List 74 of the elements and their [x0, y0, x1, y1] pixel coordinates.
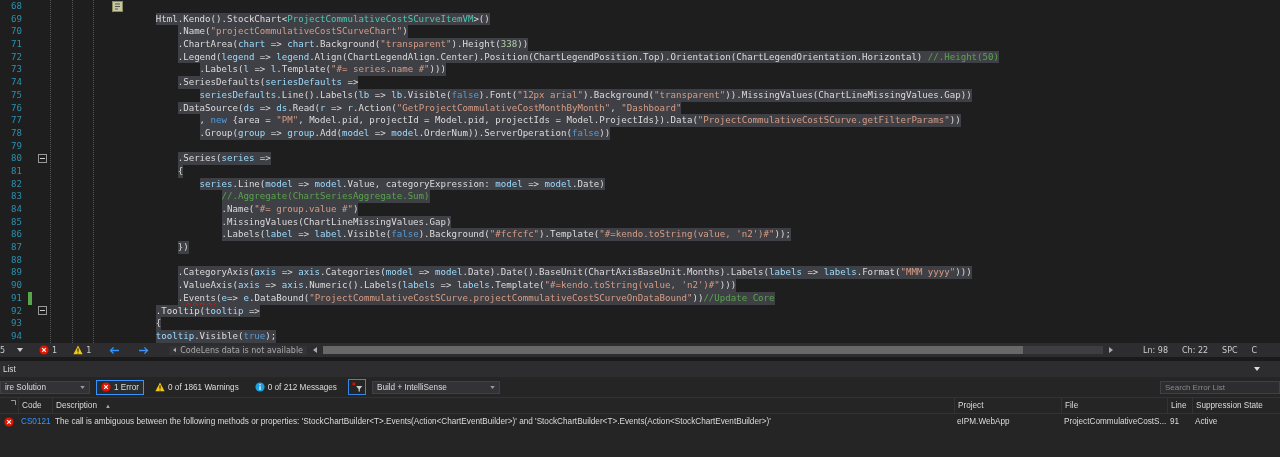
warning-count[interactable]: 1	[86, 345, 92, 355]
collapse-icon[interactable]	[38, 306, 47, 316]
line-number: 87	[10, 241, 22, 254]
build-dropdown[interactable]: Build + IntelliSense	[371, 380, 500, 394]
panel-title: List	[3, 364, 16, 374]
error-code-link[interactable]: CS0121	[21, 417, 51, 426]
line-number: 89	[10, 266, 22, 280]
line-number: 71	[10, 38, 22, 51]
search-field[interactable]: Search Error List	[1160, 380, 1280, 394]
scroll-left-icon[interactable]	[313, 347, 318, 353]
filter-toggle[interactable]: 0 of 212 Messages	[249, 379, 342, 395]
horizontal-scrollbar[interactable]	[323, 346, 1104, 354]
line-number: 83	[10, 190, 22, 203]
forward-icon[interactable]	[138, 345, 150, 355]
line-number: 90	[10, 279, 22, 292]
line-number: 68	[10, 0, 22, 13]
line-number: 72	[10, 50, 22, 64]
zoom-level[interactable]: 5	[0, 345, 6, 355]
error-icon	[39, 345, 50, 355]
caret-icon[interactable]	[80, 385, 85, 389]
filter-icon[interactable]	[347, 379, 366, 395]
error-icon	[101, 382, 111, 392]
column-header[interactable]: Code	[18, 398, 52, 413]
column-header[interactable]: Project	[954, 398, 1061, 413]
error-count[interactable]: 1	[52, 345, 58, 355]
filter-toggle[interactable]: 1 Error	[96, 379, 145, 395]
column-header[interactable]: File	[1061, 398, 1167, 413]
table-cell-text: eIPM.WebApp	[956, 417, 1010, 426]
column-chooser-icon[interactable]	[11, 400, 16, 405]
table-cell-text: ProjectCommulativeCostS...	[1063, 417, 1167, 426]
warning-icon	[155, 382, 166, 392]
line-number: 82	[10, 177, 22, 191]
line-number: 94	[10, 329, 22, 343]
caret-icon[interactable]	[489, 385, 495, 389]
line-number: 81	[10, 164, 22, 178]
snippet-icon[interactable]	[112, 0, 123, 12]
line-number: 70	[10, 25, 22, 39]
table-cell-text: Active	[1194, 417, 1218, 426]
line-number: 85	[10, 215, 22, 229]
encoding-indicator[interactable]: C	[1251, 345, 1258, 355]
info-icon	[254, 382, 265, 392]
line-number: 91	[10, 291, 22, 305]
line-number: 74	[10, 76, 22, 89]
line-number: 69	[10, 12, 22, 26]
scroll-right-icon[interactable]	[1109, 347, 1114, 353]
scope-dropdown[interactable]: ire Solution	[0, 380, 90, 394]
error-icon	[4, 416, 14, 427]
column-header[interactable]: Line	[1167, 398, 1192, 413]
line-number: 86	[10, 228, 22, 242]
line-number: 75	[10, 88, 22, 102]
column-indicator: Ch: 22	[1182, 345, 1209, 355]
line-number: 88	[10, 253, 22, 267]
caret-icon[interactable]	[17, 348, 24, 352]
table-cell-text: 91	[1169, 417, 1180, 426]
caret-icon[interactable]	[1254, 367, 1260, 371]
line-number: 93	[10, 317, 22, 330]
collapse-left-icon[interactable]	[173, 347, 177, 353]
column-header[interactable]: Suppression State	[1192, 398, 1280, 413]
line-number: 80	[10, 152, 22, 165]
line-number: 73	[10, 63, 22, 77]
line-number: 78	[10, 126, 22, 140]
indent-mode[interactable]: SPC	[1222, 345, 1238, 355]
line-number: 84	[10, 203, 22, 216]
line-number: 76	[10, 101, 22, 115]
filter-toggle[interactable]: 0 of 1861 Warnings	[150, 379, 244, 395]
collapse-icon[interactable]	[38, 154, 47, 164]
warning-icon	[73, 345, 84, 355]
line-number: 92	[10, 304, 22, 318]
table-cell-text: The call is ambiguous between the following methods or properties: 'StockChartBuilder<T>.Events(Action<ChartEventBuilder>)' and 'StockChartBuilder<T>.Events(Action<StockChartEventBuilder>)'	[54, 417, 771, 426]
codelens-label: CodeLens data is not available	[180, 345, 304, 355]
line-number: 79	[10, 139, 22, 153]
line-indicator: Ln: 98	[1143, 345, 1168, 355]
line-number: 77	[10, 114, 22, 127]
back-icon[interactable]	[109, 345, 121, 355]
